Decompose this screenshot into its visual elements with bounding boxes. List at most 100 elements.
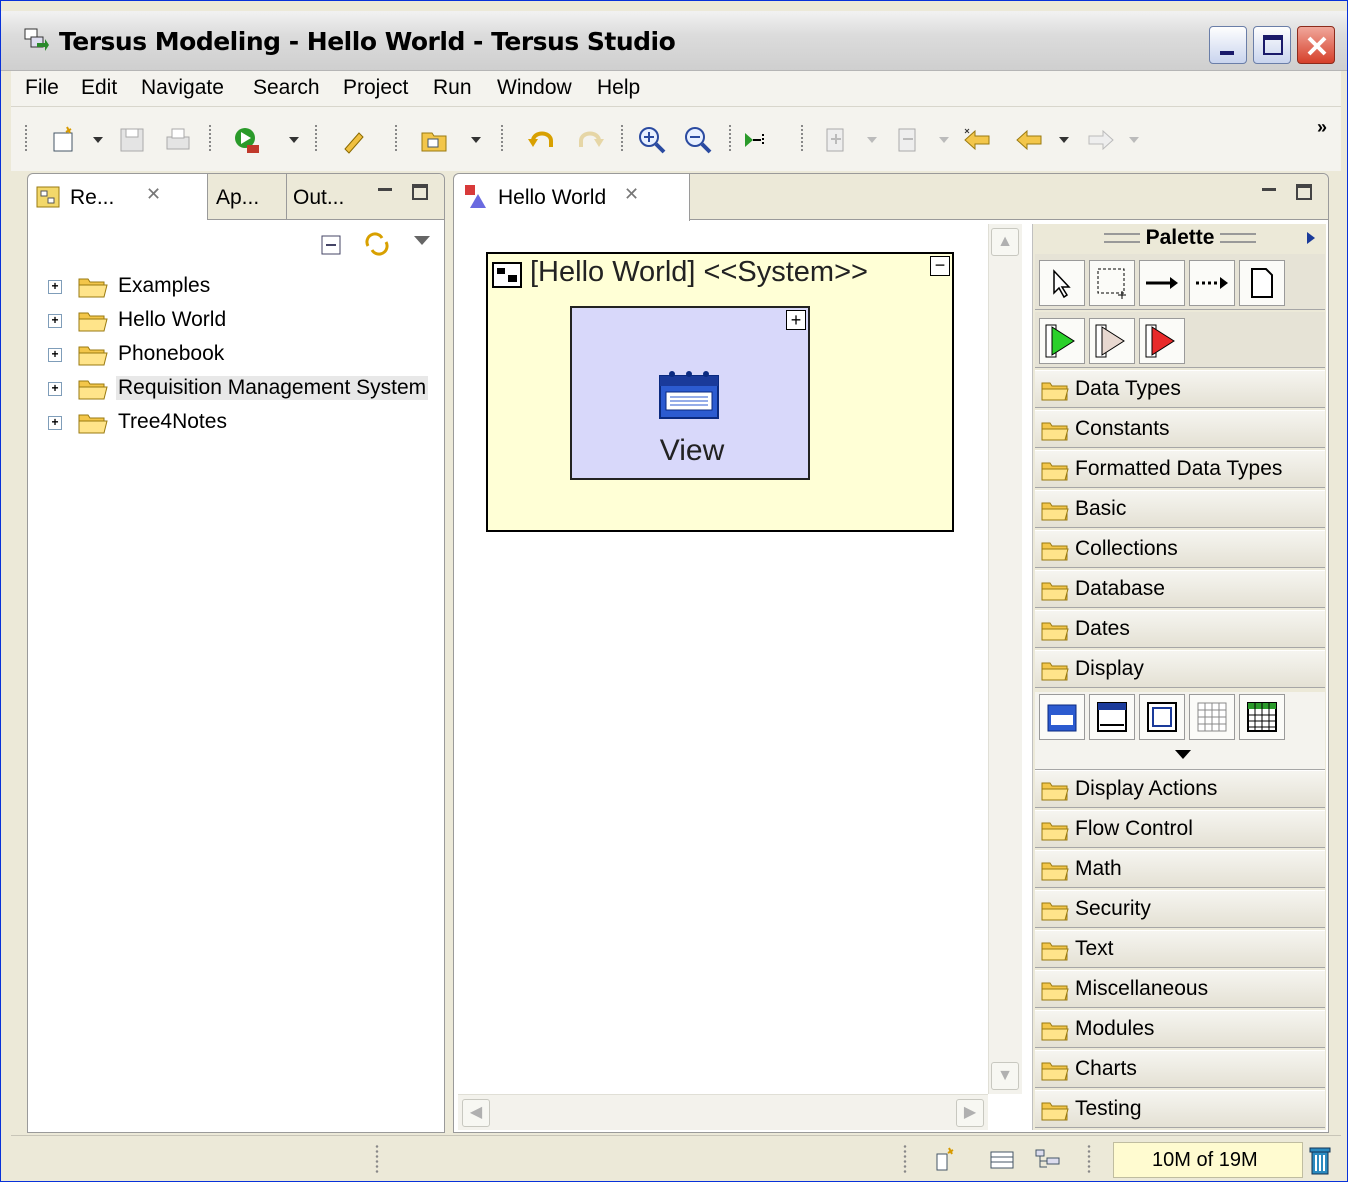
close-icon[interactable]: ✕	[624, 184, 639, 205]
window-tool[interactable]	[1089, 694, 1135, 740]
menu-run[interactable]: Run	[433, 76, 472, 100]
more-tools-dropdown-icon[interactable]	[1175, 750, 1191, 759]
close-button[interactable]	[1297, 26, 1335, 64]
palette-drawer-text[interactable]: Text	[1035, 930, 1325, 968]
tree-item[interactable]: + Hello World	[28, 304, 444, 338]
tab-applications[interactable]: Ap...	[216, 174, 286, 220]
menu-window[interactable]: Window	[497, 76, 572, 100]
vertical-scrollbar[interactable]: ▲ ▼	[988, 224, 1022, 1094]
save-icon[interactable]	[117, 125, 147, 155]
run-dropdown-arrow[interactable]	[289, 137, 299, 143]
open-dropdown-arrow[interactable]	[471, 137, 481, 143]
palette-drawer-security[interactable]: Security	[1035, 890, 1325, 928]
menu-search[interactable]: Search	[253, 76, 320, 100]
tree-item[interactable]: + Examples	[28, 270, 444, 304]
palette-drawer-basic[interactable]: Basic	[1035, 490, 1325, 528]
flow-tool[interactable]	[1139, 260, 1185, 306]
new-dropdown-arrow[interactable]	[93, 137, 103, 143]
diagram-canvas[interactable]: [Hello World] <<System>> − + View	[458, 224, 986, 1094]
note-tool[interactable]	[1239, 260, 1285, 306]
expand-icon[interactable]: +	[48, 280, 62, 294]
collapse-icon[interactable]: −	[930, 256, 950, 276]
scroll-down-button[interactable]: ▼	[991, 1062, 1019, 1090]
run-icon[interactable]	[233, 125, 263, 155]
horizontal-scrollbar[interactable]: ◀ ▶	[458, 1094, 988, 1130]
maximize-button[interactable]	[1253, 26, 1291, 64]
scroll-right-button[interactable]: ▶	[956, 1099, 984, 1127]
link-with-editor-icon[interactable]	[362, 230, 392, 258]
zoom-out-icon[interactable]	[683, 125, 713, 155]
prev-annotation-icon[interactable]	[893, 125, 923, 155]
palette-drawer-collections[interactable]: Collections	[1035, 530, 1325, 568]
maximize-view-icon[interactable]	[412, 184, 428, 200]
scroll-up-button[interactable]: ▲	[991, 228, 1019, 256]
minimize-view-icon[interactable]	[378, 188, 392, 191]
next-annotation-icon[interactable]	[821, 125, 851, 155]
palette-drawer-charts[interactable]: Charts	[1035, 1050, 1325, 1088]
tab-outline[interactable]: Out...	[286, 174, 362, 220]
marquee-tool[interactable]	[1089, 260, 1135, 306]
expand-icon[interactable]: +	[48, 348, 62, 362]
back-dropdown-arrow[interactable]	[1059, 137, 1069, 143]
next-annotation-dropdown[interactable]	[867, 137, 877, 143]
collapse-all-icon[interactable]	[320, 234, 342, 256]
select-tool[interactable]	[1039, 260, 1085, 306]
forward-icon[interactable]	[1085, 125, 1115, 155]
view-menu-icon[interactable]	[414, 236, 430, 245]
forward-dropdown-arrow[interactable]	[1129, 137, 1139, 143]
palette-grip-left[interactable]	[1103, 233, 1140, 244]
palette-drawer-display-actions[interactable]: Display Actions	[1035, 770, 1325, 808]
print-icon[interactable]	[163, 125, 193, 155]
garbage-collect-icon[interactable]	[1307, 1144, 1333, 1176]
last-edit-location-icon[interactable]	[963, 125, 993, 155]
expand-icon[interactable]: +	[48, 416, 62, 430]
pane-tool[interactable]	[1139, 694, 1185, 740]
menu-file[interactable]: File	[25, 76, 59, 100]
palette-drawer-constants[interactable]: Constants	[1035, 410, 1325, 448]
minimize-editor-icon[interactable]	[1262, 188, 1276, 191]
palette-drawer-miscellaneous[interactable]: Miscellaneous	[1035, 970, 1325, 1008]
hierarchy-icon[interactable]	[1033, 1146, 1063, 1174]
close-icon[interactable]: ✕	[146, 184, 161, 205]
palette-collapse-icon[interactable]	[1307, 232, 1315, 244]
new-icon[interactable]	[49, 125, 79, 155]
back-icon[interactable]	[1015, 125, 1045, 155]
palette-drawer-data-types[interactable]: Data Types	[1035, 370, 1325, 408]
toolbar-overflow-chevron[interactable]: »	[1317, 117, 1327, 138]
view-tool[interactable]	[1039, 694, 1085, 740]
error-exit-tool[interactable]	[1139, 318, 1185, 364]
step-icon[interactable]	[741, 125, 771, 155]
dependency-tool[interactable]	[1189, 260, 1235, 306]
scroll-left-button[interactable]: ◀	[462, 1099, 490, 1127]
minimize-button[interactable]	[1209, 26, 1247, 64]
fast-view-icon[interactable]	[931, 1146, 961, 1174]
exit-tool[interactable]	[1089, 318, 1135, 364]
palette-drawer-formatted-data-types[interactable]: Formatted Data Types	[1035, 450, 1325, 488]
grid-tool[interactable]	[1189, 694, 1235, 740]
palette-drawer-display[interactable]: Display	[1035, 650, 1325, 688]
task-list-icon[interactable]	[987, 1146, 1017, 1174]
tree-item[interactable]: + Tree4Notes	[28, 406, 444, 440]
prev-annotation-dropdown[interactable]	[939, 137, 949, 143]
table-tool[interactable]	[1239, 694, 1285, 740]
palette-drawer-database[interactable]: Database	[1035, 570, 1325, 608]
expand-icon[interactable]: +	[48, 314, 62, 328]
tree-item-selected[interactable]: + Requisition Management System	[28, 372, 444, 406]
expand-icon[interactable]: +	[48, 382, 62, 396]
system-element[interactable]: [Hello World] <<System>> − + View	[486, 252, 954, 532]
palette-grip-right[interactable]	[1220, 233, 1257, 244]
palette-drawer-dates[interactable]: Dates	[1035, 610, 1325, 648]
menu-help[interactable]: Help	[597, 76, 640, 100]
palette-drawer-math[interactable]: Math	[1035, 850, 1325, 888]
brush-icon[interactable]	[339, 125, 369, 155]
open-folder-icon[interactable]	[419, 125, 449, 155]
palette-drawer-testing[interactable]: Testing	[1035, 1090, 1325, 1128]
palette-drawer-flow-control[interactable]: Flow Control	[1035, 810, 1325, 848]
tab-hello-world[interactable]: Hello World ✕	[454, 174, 690, 221]
menu-project[interactable]: Project	[343, 76, 408, 100]
maximize-editor-icon[interactable]	[1296, 184, 1312, 200]
menu-edit[interactable]: Edit	[81, 76, 117, 100]
undo-icon[interactable]	[527, 125, 557, 155]
palette-drawer-modules[interactable]: Modules	[1035, 1010, 1325, 1048]
redo-icon[interactable]	[575, 125, 605, 155]
